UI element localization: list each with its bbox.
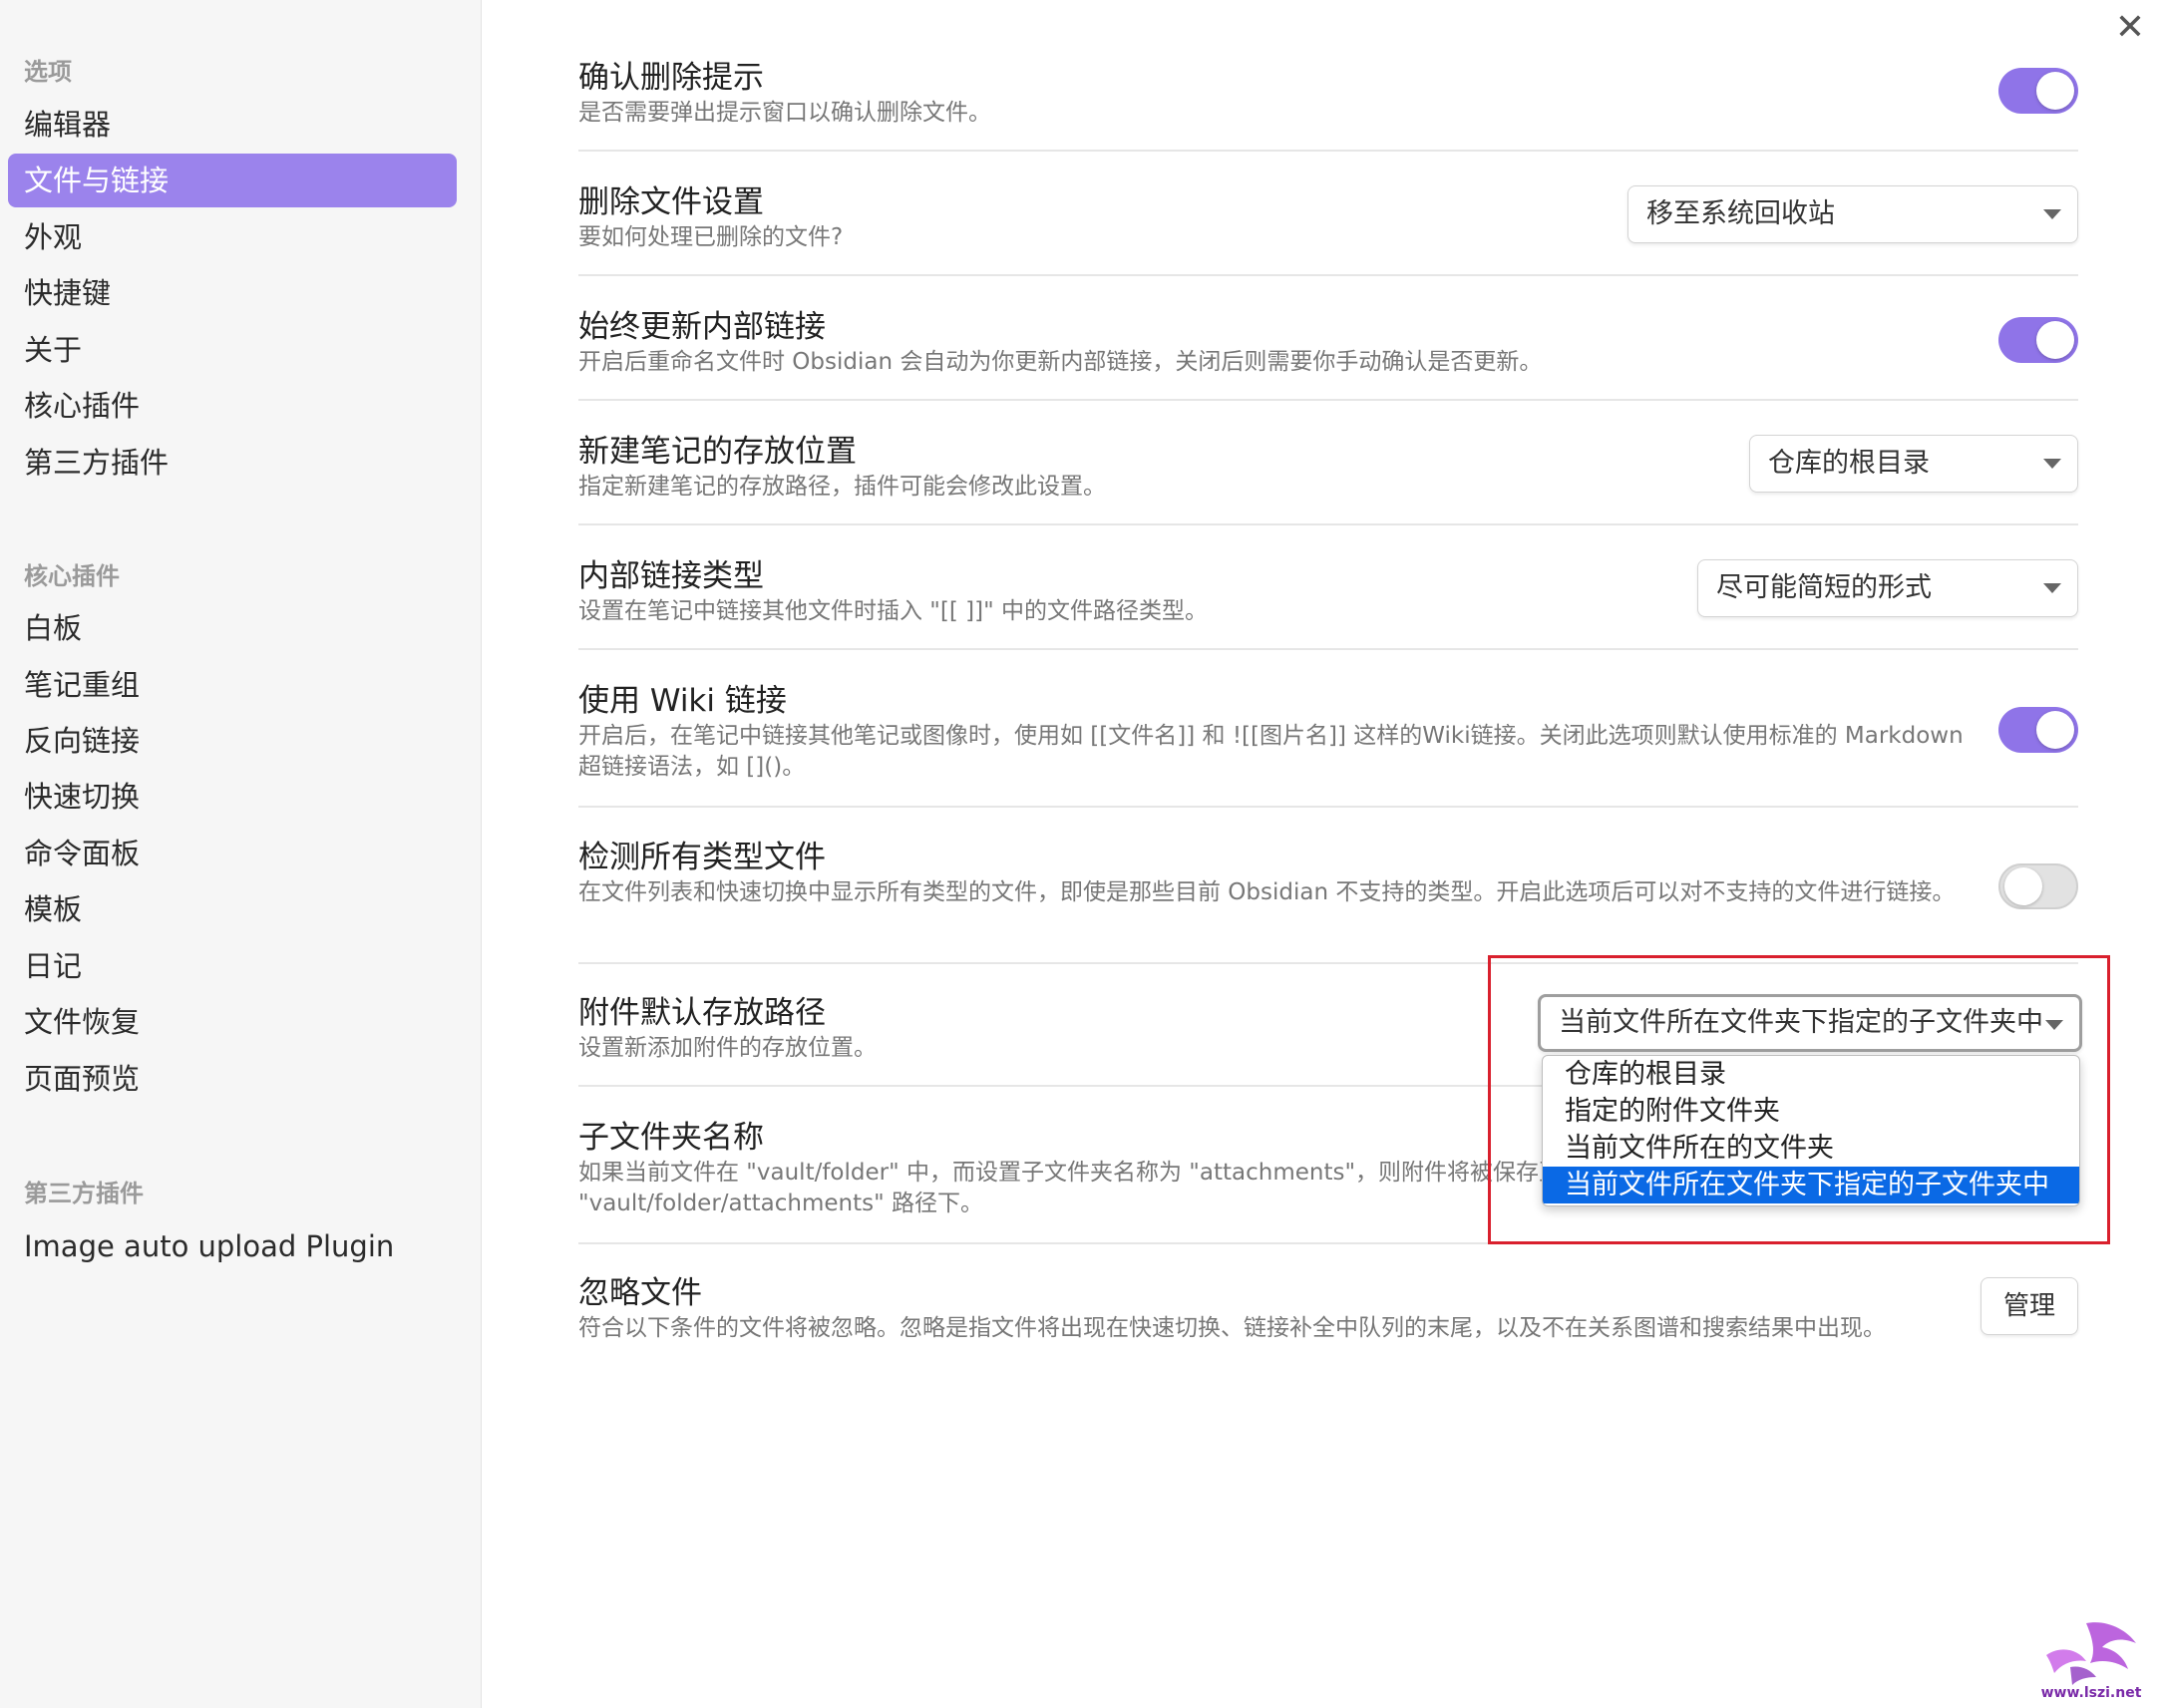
- sidebar-item-hotkeys[interactable]: 快捷键: [8, 266, 457, 320]
- setting-delete-files: 删除文件设置 要如何处理已删除的文件? 移至系统回收站: [578, 176, 2078, 276]
- sidebar-item-canvas[interactable]: 白板: [8, 601, 457, 655]
- sidebar-item-quick-switcher[interactable]: 快速切换: [8, 770, 457, 824]
- setting-description: 开启后重命名文件时 Obsidian 会自动为你更新内部链接，关闭后则需要你手动…: [578, 349, 1543, 375]
- sidebar-item-backlinks[interactable]: 反向链接: [8, 714, 457, 768]
- dropdown-option-vault-root[interactable]: 仓库的根目录: [1543, 1056, 2079, 1093]
- update-links-toggle[interactable]: [1998, 317, 2078, 363]
- sidebar-section-core: 核心插件: [24, 562, 120, 590]
- delete-files-select[interactable]: 移至系统回收站: [1627, 185, 2078, 243]
- wiki-links-toggle[interactable]: [1998, 707, 2078, 753]
- confirm-delete-toggle[interactable]: [1998, 68, 2078, 114]
- select-value: 仓库的根目录: [1768, 448, 1930, 479]
- chevron-down-icon: [2045, 1020, 2063, 1030]
- setting-ignore-files: 忽略文件 符合以下条件的文件将被忽略。忽略是指文件将出现在快速切换、链接补全中队…: [578, 1267, 2078, 1365]
- setting-description: 如果当前文件在 "vault/folder" 中，而设置子文件夹名称为 "att…: [578, 1160, 1563, 1216]
- select-value: 当前文件所在文件夹下指定的子文件夹中: [1559, 1007, 2043, 1038]
- sidebar-item-core-plugins[interactable]: 核心插件: [8, 379, 457, 433]
- setting-title: 始终更新内部链接: [578, 309, 826, 345]
- chevron-down-icon: [2043, 209, 2061, 219]
- sidebar-item-command-palette[interactable]: 命令面板: [8, 827, 457, 880]
- setting-title: 删除文件设置: [578, 184, 764, 220]
- settings-sidebar: 选项 编辑器 文件与链接 外观 快捷键 关于 核心插件 第三方插件 核心插件 白…: [0, 0, 482, 1708]
- setting-description: 是否需要弹出提示窗口以确认删除文件。: [578, 100, 991, 126]
- setting-title: 子文件夹名称: [578, 1120, 764, 1156]
- setting-wiki-links: 使用 Wiki 链接 开启后，在笔记中链接其他笔记或图像时，使用如 [[文件名]…: [578, 675, 2078, 808]
- setting-link-format: 内部链接类型 设置在笔记中链接其他文件时插入 "[[ ]]" 中的文件路径类型。…: [578, 550, 2078, 650]
- dropdown-option-attachment-folder[interactable]: 指定的附件文件夹: [1543, 1093, 2079, 1130]
- sidebar-item-daily-notes[interactable]: 日记: [8, 939, 457, 993]
- toggle-knob: [2004, 867, 2042, 905]
- setting-title: 确认删除提示: [578, 60, 764, 96]
- setting-title: 新建笔记的存放位置: [578, 434, 857, 470]
- setting-description: 开启后，在笔记中链接其他笔记或图像时，使用如 [[文件名]] 和 ![[图片名]…: [578, 723, 1964, 780]
- toggle-knob: [2036, 711, 2074, 749]
- setting-confirm-delete: 确认删除提示 是否需要弹出提示窗口以确认删除文件。: [578, 52, 2078, 152]
- manage-button[interactable]: 管理: [1980, 1277, 2078, 1335]
- sidebar-item-editor[interactable]: 编辑器: [8, 98, 457, 152]
- setting-new-note-location: 新建笔记的存放位置 指定新建笔记的存放路径，插件可能会修改此设置。 仓库的根目录: [578, 426, 2078, 525]
- sidebar-item-templates[interactable]: 模板: [8, 882, 457, 936]
- setting-title: 使用 Wiki 链接: [578, 683, 787, 719]
- toggle-knob: [2036, 321, 2074, 359]
- watermark-logo: www.lszi.net: [2041, 1622, 2142, 1701]
- setting-title: 忽略文件: [578, 1275, 702, 1311]
- setting-title: 检测所有类型文件: [578, 840, 826, 875]
- detect-all-types-toggle[interactable]: [1998, 863, 2078, 909]
- sidebar-item-about[interactable]: 关于: [8, 323, 457, 377]
- setting-detect-all-types: 检测所有类型文件 在文件列表和快速切换中显示所有类型的文件，即使是那些目前 Ob…: [578, 832, 2078, 964]
- new-note-location-select[interactable]: 仓库的根目录: [1749, 435, 2078, 493]
- setting-title: 内部链接类型: [578, 558, 764, 594]
- setting-description: 在文件列表和快速切换中显示所有类型的文件，即使是那些目前 Obsidian 不支…: [578, 879, 1956, 905]
- sidebar-section-third-party: 第三方插件: [24, 1180, 144, 1207]
- sidebar-item-note-composer[interactable]: 笔记重组: [8, 658, 457, 712]
- attachment-location-dropdown: 仓库的根目录 指定的附件文件夹 当前文件所在的文件夹 当前文件所在文件夹下指定的…: [1542, 1055, 2080, 1206]
- watermark-text: www.lszi.net: [2041, 1685, 2142, 1701]
- sidebar-item-file-recovery[interactable]: 文件恢复: [8, 995, 457, 1049]
- select-value: 移至系统回收站: [1646, 198, 1835, 229]
- dropdown-option-subfolder[interactable]: 当前文件所在文件夹下指定的子文件夹中: [1543, 1167, 2079, 1203]
- chevron-down-icon: [2043, 583, 2061, 593]
- chevron-down-icon: [2043, 459, 2061, 469]
- setting-update-links: 始终更新内部链接 开启后重命名文件时 Obsidian 会自动为你更新内部链接，…: [578, 301, 2078, 401]
- setting-title: 附件默认存放路径: [578, 995, 826, 1031]
- sidebar-item-appearance[interactable]: 外观: [8, 210, 457, 264]
- link-format-select[interactable]: 尽可能简短的形式: [1697, 559, 2078, 617]
- select-value: 尽可能简短的形式: [1716, 572, 1932, 603]
- setting-description: 符合以下条件的文件将被忽略。忽略是指文件将出现在快速切换、链接补全中队列的末尾，…: [578, 1315, 1886, 1341]
- sidebar-item-image-auto-upload[interactable]: Image auto upload Plugin: [8, 1219, 457, 1273]
- sidebar-item-files-links[interactable]: 文件与链接: [8, 154, 457, 207]
- sidebar-section-options: 选项: [24, 58, 72, 86]
- close-icon[interactable]: ✕: [2108, 6, 2152, 50]
- toggle-knob: [2036, 72, 2074, 110]
- sidebar-item-page-preview[interactable]: 页面预览: [8, 1052, 457, 1106]
- attachment-location-select[interactable]: 当前文件所在文件夹下指定的子文件夹中: [1538, 994, 2082, 1052]
- dropdown-option-current-folder[interactable]: 当前文件所在的文件夹: [1543, 1130, 2079, 1167]
- sidebar-item-community-plugins[interactable]: 第三方插件: [8, 436, 457, 490]
